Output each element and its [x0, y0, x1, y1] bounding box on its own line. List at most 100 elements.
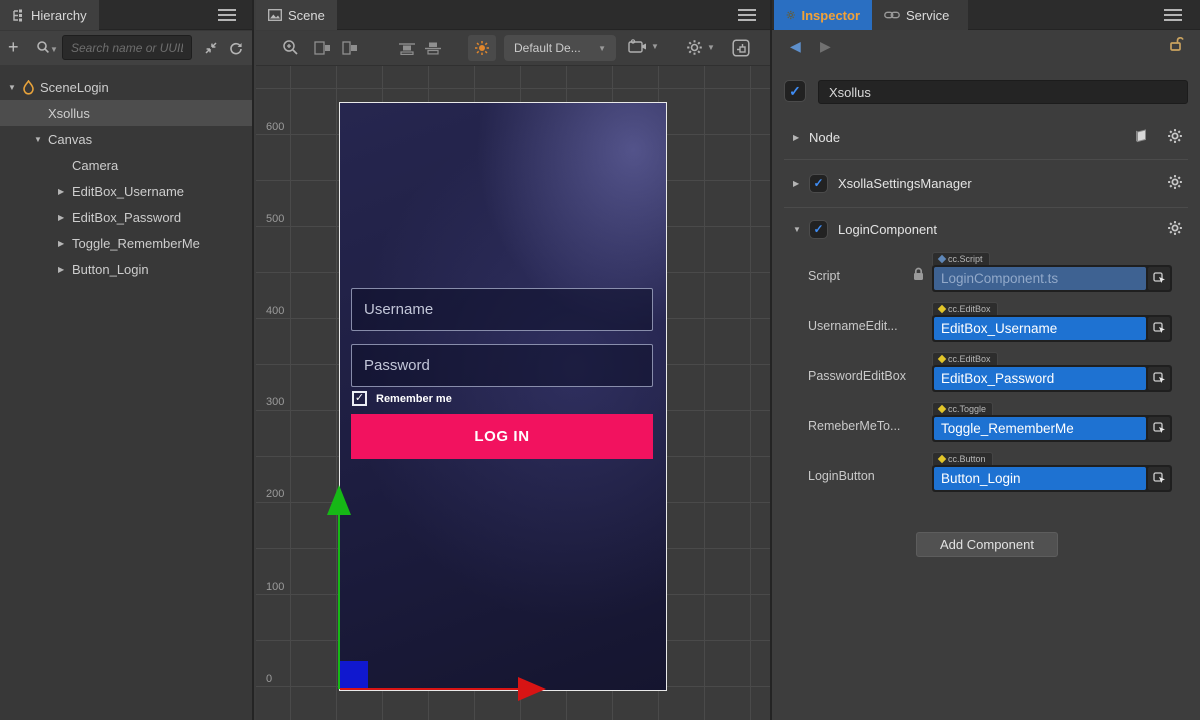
tree-item-canvas[interactable]: ▼ Canvas	[0, 126, 252, 152]
ruler-label: 300	[258, 396, 286, 408]
section-login-component[interactable]: ▼ ✓ LoginComponent	[772, 216, 1200, 242]
expand-arrow-icon[interactable]: ▶	[772, 179, 809, 188]
tree-item-editbox-username[interactable]: ▶ EditBox_Username	[0, 178, 252, 204]
tab-scene[interactable]: Scene	[256, 0, 337, 30]
script-reference-field[interactable]: LoginComponent.ts	[932, 265, 1172, 292]
reference-value[interactable]: LoginComponent.ts	[934, 267, 1146, 290]
device-preset-dropdown[interactable]: Default De... ▼	[504, 35, 616, 61]
editbox-reference-field[interactable]: EditBox_Password	[932, 365, 1172, 392]
unlock-icon[interactable]	[1169, 36, 1184, 52]
hierarchy-menu-icon[interactable]	[218, 9, 236, 21]
section-node[interactable]: ▶ Node	[772, 124, 1200, 150]
x-axis-gizmo[interactable]	[340, 688, 518, 690]
picker-cursor-icon[interactable]	[1148, 367, 1170, 390]
asset-diamond-icon	[938, 305, 946, 313]
x-axis-arrowhead-icon[interactable]	[518, 677, 546, 701]
tab-service[interactable]: Service	[872, 0, 968, 30]
scene-image-icon	[268, 9, 282, 21]
add-component-label: Add Component	[940, 537, 1034, 552]
add-component-button[interactable]: Add Component	[916, 532, 1058, 557]
expand-arrow-icon[interactable]: ▼	[34, 135, 48, 144]
scene-menu-icon[interactable]	[738, 9, 756, 21]
search-input[interactable]	[62, 35, 192, 60]
expand-arrow-icon[interactable]: ▶	[58, 239, 72, 248]
editbox-reference-field[interactable]: EditBox_Username	[932, 315, 1172, 342]
username-editbox[interactable]: Username	[351, 288, 653, 331]
gizmo-light-button[interactable]	[468, 35, 496, 61]
password-placeholder: Password	[364, 357, 430, 374]
reference-value[interactable]: EditBox_Username	[934, 317, 1146, 340]
component-enabled-checkbox[interactable]: ✓	[809, 174, 828, 193]
property-password-editbox: PasswordEditBox cc.EditBox EditBox_Passw…	[772, 352, 1200, 402]
profile-overlay-icon[interactable]	[732, 39, 750, 57]
collapse-all-icon[interactable]	[203, 40, 219, 56]
login-button[interactable]: LOG IN	[351, 414, 653, 459]
button-reference-field[interactable]: Button_Login	[932, 465, 1172, 492]
zoom-tool-icon[interactable]	[282, 39, 299, 56]
node-name-value: Xsollus	[829, 85, 871, 100]
distribute-vertical-icon[interactable]	[398, 41, 416, 56]
y-axis-gizmo[interactable]	[338, 515, 340, 689]
tab-hierarchy-label: Hierarchy	[31, 8, 87, 23]
tree-item-toggle-rememberme[interactable]: ▶ Toggle_RememberMe	[0, 230, 252, 256]
design-canvas[interactable]: Username Password ✓ Remember me LOG IN	[339, 102, 667, 691]
section-node-label: Node	[809, 130, 840, 145]
tab-inspector[interactable]: Inspector	[774, 0, 872, 30]
origin-handle[interactable]	[340, 661, 368, 689]
refresh-icon[interactable]	[228, 40, 244, 56]
picker-cursor-icon[interactable]	[1148, 317, 1170, 340]
tab-hierarchy[interactable]: Hierarchy	[0, 0, 99, 30]
divider	[784, 159, 1188, 160]
gear-icon[interactable]	[1167, 220, 1183, 236]
section-xsolla-settings-manager[interactable]: ▶ ✓ XsollaSettingsManager	[772, 170, 1200, 196]
picker-cursor-icon[interactable]	[1148, 467, 1170, 490]
reference-value[interactable]: Toggle_RememberMe	[934, 417, 1146, 440]
remember-me-toggle[interactable]: ✓ Remember me	[352, 391, 452, 406]
component-enabled-checkbox[interactable]: ✓	[809, 220, 828, 239]
section-settings-label: XsollaSettingsManager	[838, 176, 972, 191]
expand-arrow-icon[interactable]: ▼	[8, 83, 22, 92]
help-doc-icon[interactable]	[1134, 128, 1150, 144]
align-right-icon[interactable]	[342, 41, 359, 55]
expand-arrow-icon[interactable]: ▶	[772, 133, 809, 142]
align-left-icon[interactable]	[314, 41, 331, 55]
history-back-button[interactable]: ◀	[790, 38, 801, 55]
reference-value[interactable]: Button_Login	[934, 467, 1146, 490]
create-node-button[interactable]: +	[8, 38, 19, 56]
expand-arrow-icon[interactable]: ▶	[58, 213, 72, 222]
node-active-checkbox[interactable]: ✓	[784, 80, 806, 102]
tree-item-label: Xsollus	[48, 106, 90, 121]
tree-item-button-login[interactable]: ▶ Button_Login	[0, 256, 252, 282]
scene-settings-dropdown[interactable]: ▼	[686, 39, 715, 56]
tab-scene-label: Scene	[288, 8, 325, 23]
tree-item-scenelogin[interactable]: ▼ SceneLogin	[0, 74, 252, 100]
picker-cursor-icon[interactable]	[1148, 267, 1170, 290]
expand-arrow-icon[interactable]: ▶	[58, 187, 72, 196]
gear-icon[interactable]	[1167, 174, 1183, 190]
collapse-arrow-icon[interactable]: ▼	[772, 225, 809, 234]
picker-cursor-icon[interactable]	[1148, 417, 1170, 440]
checkbox-checked-icon[interactable]: ✓	[352, 391, 367, 406]
scene-viewport[interactable]: 600 500 400 300 200 100 0 Username Passw…	[256, 66, 770, 720]
property-rememberme-toggle: RemeberMeTo... cc.Toggle Toggle_Remember…	[772, 402, 1200, 452]
reference-value[interactable]: EditBox_Password	[934, 367, 1146, 390]
inspector-menu-icon[interactable]	[1164, 9, 1182, 21]
gear-icon[interactable]	[1167, 128, 1183, 144]
node-name-input[interactable]: Xsollus	[818, 80, 1188, 104]
password-editbox[interactable]: Password	[351, 344, 653, 387]
tree-item-camera[interactable]: Camera	[0, 152, 252, 178]
chevron-down-icon: ▼	[707, 43, 715, 52]
ruler-label: 500	[258, 213, 286, 225]
login-button-label: LOG IN	[474, 428, 529, 445]
search-filter-button[interactable]: ▼	[36, 40, 58, 54]
tree-item-label: EditBox_Username	[72, 184, 184, 199]
distribute-center-icon[interactable]	[424, 41, 442, 56]
toggle-reference-field[interactable]: Toggle_RememberMe	[932, 415, 1172, 442]
tree-item-editbox-password[interactable]: ▶ EditBox_Password	[0, 204, 252, 230]
expand-arrow-icon[interactable]: ▶	[58, 265, 72, 274]
tree-item-xsollus[interactable]: Xsollus	[0, 100, 252, 126]
camera-settings-dropdown[interactable]: ▼	[628, 39, 659, 54]
property-label: RemeberMeTo...	[808, 419, 926, 433]
y-axis-arrowhead-icon[interactable]	[327, 485, 351, 515]
history-forward-button[interactable]: ▶	[820, 38, 831, 55]
